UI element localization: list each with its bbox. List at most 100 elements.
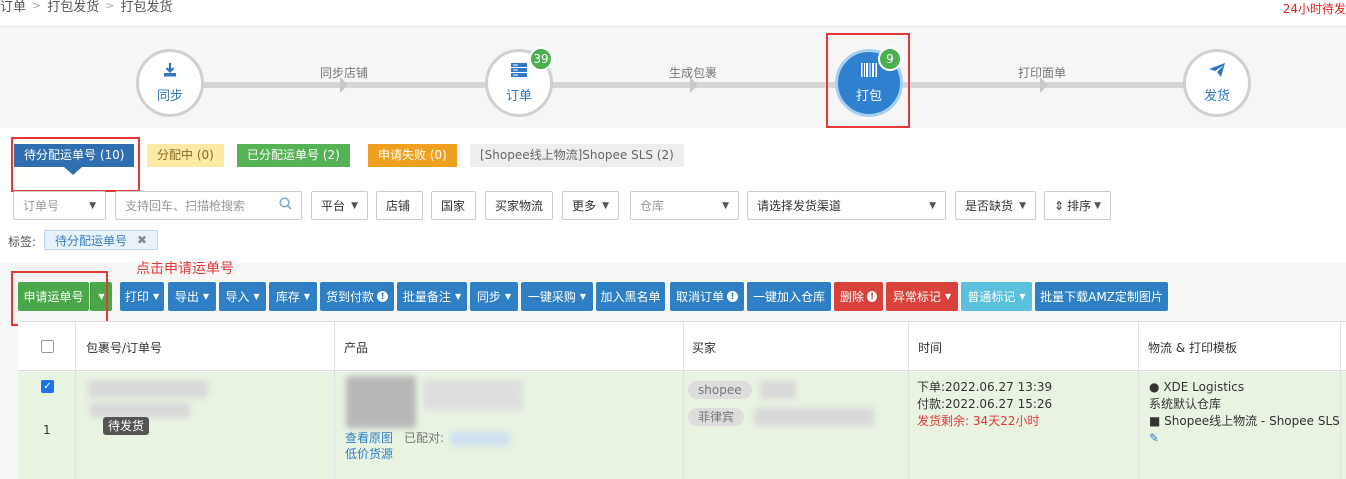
redacted-order-no	[90, 402, 190, 418]
tag-label: 标签:	[8, 235, 37, 249]
info-icon: !	[377, 291, 388, 302]
caret-down-icon: ▼	[944, 292, 952, 301]
cod-button[interactable]: 货到付款!	[320, 282, 394, 311]
export-button[interactable]: 导出 ▼	[168, 282, 216, 311]
search-input[interactable]: 支持回车、扫描枪搜索	[115, 191, 302, 220]
add-blacklist-button[interactable]: 加入黑名单	[596, 282, 665, 311]
column-divider	[75, 322, 76, 372]
order-time: 下单:2022.06.27 13:39	[917, 380, 1053, 394]
step-ship[interactable]: 发货	[1183, 49, 1251, 117]
search-icon[interactable]	[279, 197, 292, 214]
tab-allocated[interactable]: 已分配运单号 (2)	[237, 144, 350, 167]
close-icon[interactable]: ✖	[137, 233, 147, 247]
step-sync[interactable]: 同步	[136, 49, 204, 117]
select-all-checkbox[interactable]	[41, 340, 54, 353]
matched-label: 已配对:	[404, 431, 445, 445]
col-time: 时间	[918, 341, 943, 355]
pending-24h-note[interactable]: 24小时待发	[1283, 0, 1346, 17]
exception-mark-button[interactable]: 异常标记 ▼	[886, 282, 958, 311]
step-link-generate-package[interactable]: 生成包裹	[669, 64, 717, 81]
shipping-channel-select[interactable]: 请选择发货渠道 ▼	[747, 191, 946, 220]
out-of-stock-dropdown[interactable]: 是否缺货 ▼	[955, 191, 1036, 220]
breadcrumb-item: 打包发货	[120, 0, 173, 15]
step-connector	[903, 82, 1193, 88]
caret-down-icon: ▼	[253, 292, 260, 301]
buyer-platform: shopee	[688, 381, 752, 399]
redacted-buyer-address	[754, 408, 874, 426]
redacted-match	[450, 432, 510, 446]
breadcrumb-item[interactable]: 订单	[0, 0, 26, 15]
edit-icon[interactable]: ✎	[1149, 430, 1159, 447]
buyer-logistics-button[interactable]: 买家物流	[485, 191, 553, 220]
col-package-no: 包裹号/订单号	[86, 341, 163, 355]
caret-down-icon: ▼	[454, 292, 462, 301]
column-divider	[1138, 322, 1139, 372]
column-divider	[683, 372, 684, 479]
highlight-box-apply	[11, 271, 108, 326]
delete-button[interactable]: 删除!	[834, 282, 883, 311]
one-click-purchase-button[interactable]: 一键采购 ▼	[521, 282, 593, 311]
chevron-right-icon: >	[105, 0, 115, 12]
stock-button[interactable]: 库存 ▼	[269, 282, 317, 311]
tab-allocating[interactable]: 分配中 (0)	[147, 144, 224, 167]
row-checkbox[interactable]: ✓	[41, 380, 54, 393]
column-divider	[75, 372, 76, 479]
tab-shopee-sls[interactable]: [Shopee线上物流]Shopee SLS (2)	[470, 144, 684, 167]
redacted-buyer-name	[760, 381, 796, 399]
column-divider	[334, 322, 335, 372]
shipping-channel: ■ Shopee线上物流 - Shopee SLS	[1149, 414, 1340, 428]
sort-icon: ⇕	[1054, 198, 1065, 213]
caret-down-icon: ▼	[1019, 200, 1026, 211]
caret-down-icon: ▼	[152, 292, 160, 301]
column-divider	[1340, 322, 1341, 372]
highlight-box-pack	[826, 33, 910, 128]
redacted-product-title	[423, 380, 523, 410]
more-dropdown[interactable]: 更多 ▼	[562, 191, 619, 220]
user-icon: ●	[1149, 380, 1160, 394]
pay-time: 付款:2022.06.27 15:26	[917, 397, 1053, 411]
shop-button[interactable]: 店铺	[376, 191, 423, 220]
caret-down-icon: ▼	[89, 200, 96, 211]
sort-dropdown[interactable]: ⇕ 排序 ▼	[1044, 191, 1111, 220]
highlight-box-tab	[11, 137, 140, 192]
ship-remaining: 发货剩余: 34天22小时	[917, 414, 1040, 428]
active-tag: 待分配运单号 ✖	[44, 230, 159, 250]
column-divider	[683, 322, 684, 372]
normal-mark-button[interactable]: 普通标记 ▼	[961, 282, 1032, 311]
column-divider	[1138, 372, 1139, 479]
batch-download-amz-button[interactable]: 批量下载AMZ定制图片	[1035, 282, 1168, 311]
cancel-order-button[interactable]: 取消订单!	[670, 282, 744, 311]
step-link-sync-shop[interactable]: 同步店铺	[320, 64, 368, 81]
platform-dropdown[interactable]: 平台 ▼	[311, 191, 368, 220]
caret-down-icon: ▼	[1094, 200, 1101, 211]
sync-button[interactable]: 同步 ▼	[470, 282, 518, 311]
row-index: 1	[43, 423, 51, 437]
order-count-badge: 39	[529, 47, 553, 71]
country-button[interactable]: 国家	[431, 191, 476, 220]
warehouse-select[interactable]: 仓库 ▼	[630, 191, 739, 220]
order-no-select[interactable]: 订单号 ▼	[13, 191, 106, 220]
server-icon	[510, 62, 528, 81]
warehouse-name: 系统默认仓库	[1149, 397, 1222, 411]
product-image[interactable]	[346, 376, 416, 428]
caret-down-icon: ▼	[303, 292, 311, 301]
breadcrumb: 订单 > 打包发货 > 打包发货	[0, 0, 172, 15]
column-divider	[908, 372, 909, 479]
cheap-source-link[interactable]: 低价货源	[345, 446, 393, 463]
table-header: 包裹号/订单号 产品 买家 时间 物流 & 打印模板	[18, 321, 1346, 372]
tab-apply-failed[interactable]: 申请失败 (0)	[368, 144, 457, 167]
truck-icon: ■	[1149, 414, 1161, 428]
breadcrumb-item[interactable]: 打包发货	[47, 0, 99, 15]
table-row[interactable]: ✓ 1 待发货 查看原图 已配对: 低价货源 shopee 菲律宾 下单:202…	[18, 372, 1346, 479]
status-badge: 待发货	[103, 417, 150, 435]
col-buyer: 买家	[692, 341, 717, 355]
logistics-provider: ● XDE Logistics	[1149, 380, 1245, 394]
add-warehouse-button[interactable]: 一键加入仓库	[747, 282, 831, 311]
info-icon: !	[867, 291, 877, 302]
print-button[interactable]: 打印 ▼	[120, 282, 164, 311]
step-link-print-label[interactable]: 打印面单	[1018, 64, 1066, 81]
caret-down-icon: ▼	[722, 200, 729, 211]
view-image-link[interactable]: 查看原图	[345, 430, 393, 447]
batch-note-button[interactable]: 批量备注 ▼	[397, 282, 467, 311]
import-button[interactable]: 导入 ▼	[219, 282, 266, 311]
